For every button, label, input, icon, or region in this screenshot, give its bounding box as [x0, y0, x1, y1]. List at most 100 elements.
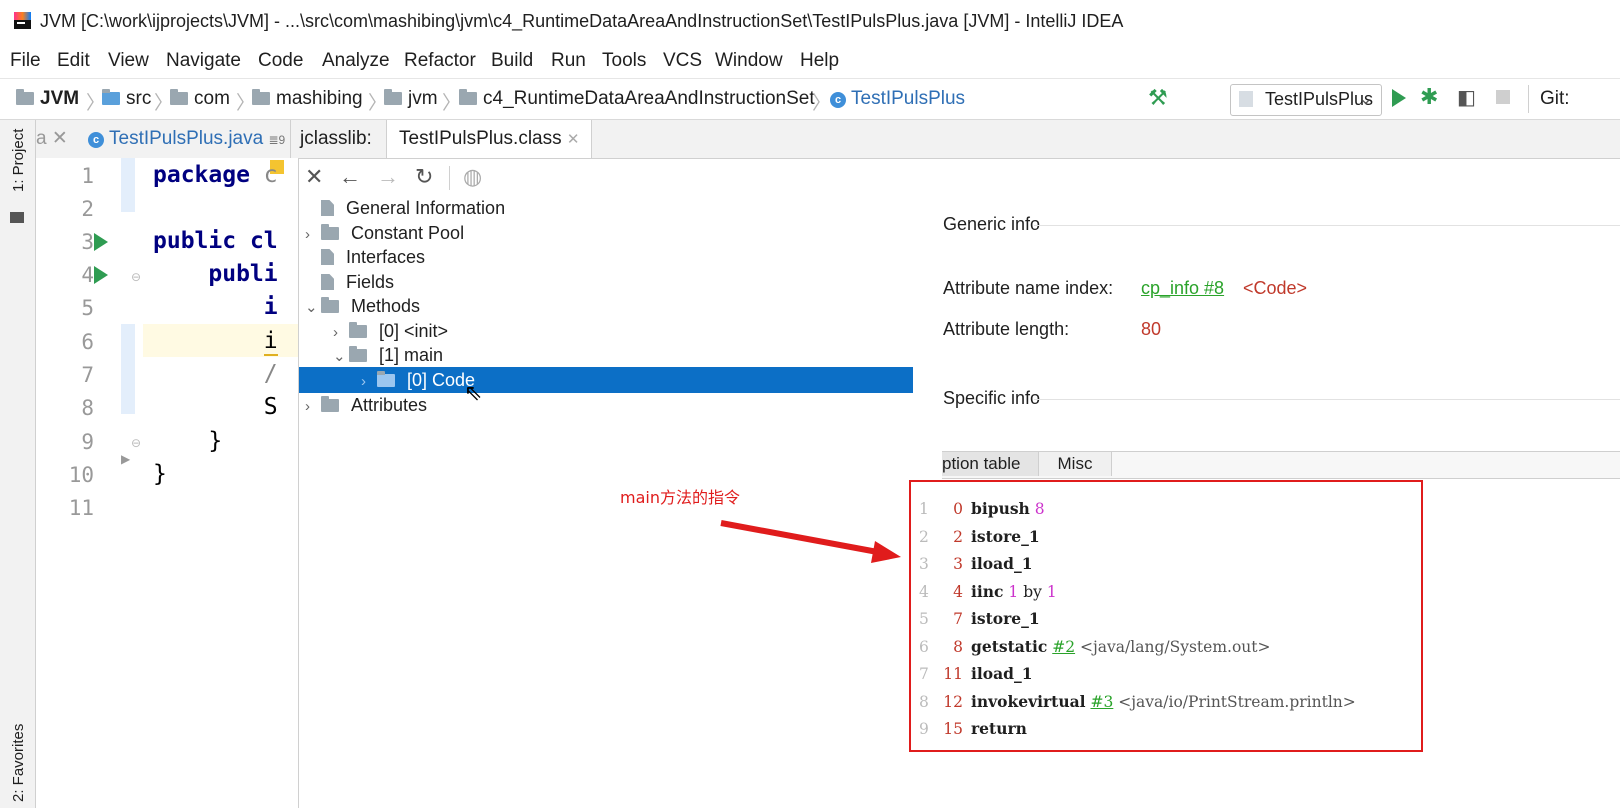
breadcrumb-package[interactable]: c4_RuntimeDataAreaAndInstructionSet — [459, 88, 815, 110]
code-text: i — [263, 328, 278, 356]
code-text: } — [208, 428, 223, 454]
fold-icon[interactable]: ⊖ — [131, 436, 141, 450]
tree-item-general-information[interactable]: General Information — [305, 196, 505, 220]
line-number: 10 — [68, 463, 94, 487]
chevron-right-icon[interactable]: › — [333, 321, 349, 345]
breadcrumb-project[interactable]: JVM — [16, 88, 79, 110]
code-editor[interactable]: package c public cl publi i i / S } } — [143, 158, 298, 808]
code-keyword: public — [153, 228, 237, 254]
menu-file[interactable]: File — [10, 50, 41, 72]
line-number: 11 — [68, 496, 94, 520]
bytecode-line: 9 15 return — [919, 719, 1027, 738]
forward-arrow-icon[interactable]: → — [377, 164, 399, 190]
breadcrumb-jvm[interactable]: jvm — [384, 88, 438, 110]
tab-badge: ≣9 — [268, 133, 286, 147]
class-icon: c — [830, 92, 846, 108]
menu-bar: File Edit View Navigate Code Analyze Ref… — [0, 40, 1620, 79]
close-icon[interactable]: ✕ — [567, 131, 580, 148]
breadcrumb-src[interactable]: src — [102, 88, 151, 110]
breadcrumb-mashibing[interactable]: mashibing — [252, 88, 363, 110]
constant-pool-link[interactable]: #3 — [1090, 693, 1113, 711]
tab-exception-table[interactable]: ption table — [942, 452, 1039, 476]
tree-item-init[interactable]: › [0] <init> — [333, 319, 448, 343]
coverage-icon[interactable]: ◧ — [1457, 85, 1476, 110]
cp-info-link[interactable]: cp_info #8 — [1141, 278, 1224, 299]
line-number: 4 — [81, 263, 94, 287]
reload-icon[interactable]: ↻ — [415, 164, 433, 190]
menu-analyze[interactable]: Analyze — [322, 50, 390, 72]
line-number: 6 — [81, 330, 94, 354]
intellij-logo-icon — [14, 12, 31, 29]
tree-item-methods[interactable]: ⌄ Methods — [305, 294, 420, 318]
stop-icon[interactable] — [1496, 90, 1510, 104]
breadcrumb-com[interactable]: com — [170, 88, 230, 110]
debug-bug-icon[interactable]: ✱ — [1420, 84, 1438, 110]
favorites-tool-button[interactable]: 2: Favorites — [10, 724, 27, 802]
run-main-icon[interactable] — [94, 266, 108, 284]
jclasslib-label: jclasslib: — [300, 128, 372, 149]
line-number: 3 — [81, 230, 94, 254]
chevron-right-icon[interactable]: › — [361, 370, 377, 394]
back-arrow-icon[interactable]: ← — [339, 164, 361, 190]
line-number: 9 — [81, 430, 94, 454]
code-keyword: publi — [208, 261, 278, 287]
run-icon[interactable] — [1392, 89, 1406, 107]
tree-item-fields[interactable]: Fields — [305, 270, 394, 294]
web-globe-icon[interactable]: ◍ — [463, 164, 482, 190]
menu-build[interactable]: Build — [491, 50, 533, 72]
bytecode-line: 1 0 bipush 8 — [919, 499, 1045, 518]
close-icon[interactable]: ✕ — [52, 128, 68, 149]
menu-refactor[interactable]: Refactor — [404, 50, 476, 72]
chevron-down-icon[interactable]: ⌄ — [305, 296, 321, 320]
menu-help[interactable]: Help — [800, 50, 839, 72]
editor-tab-bar: a ✕ c TestIPulsPlus.java ≣9 jclasslib: Te… — [36, 120, 1620, 159]
chevron-right-icon[interactable]: › — [305, 223, 321, 247]
code-text: i — [263, 294, 278, 320]
chevron-down-icon[interactable]: ⌄ — [333, 345, 349, 369]
menu-view[interactable]: View — [108, 50, 149, 72]
attr-name-index-label: Attribute name index: — [943, 278, 1114, 298]
run-class-icon[interactable] — [94, 233, 108, 251]
annotation-arrow — [720, 520, 901, 563]
tree-item-interfaces[interactable]: Interfaces — [305, 245, 425, 269]
menu-tools[interactable]: Tools — [602, 50, 646, 72]
tab-previous-file[interactable]: a ✕ — [36, 120, 68, 158]
menu-vcs[interactable]: VCS — [663, 50, 702, 72]
code-text: } — [153, 461, 167, 487]
tab-misc[interactable]: Misc — [1039, 452, 1112, 476]
change-marker — [121, 158, 135, 212]
class-icon: c — [88, 132, 104, 148]
line-number: 1 — [81, 164, 94, 188]
project-tool-button[interactable]: 1: Project — [10, 129, 27, 192]
breakpoint-arrow-icon: ▶ — [121, 452, 131, 466]
file-icon — [321, 274, 334, 290]
fold-icon[interactable]: ⊖ — [131, 270, 141, 284]
tree-item-main[interactable]: ⌄ [1] main — [333, 343, 443, 367]
close-icon[interactable]: ✕ — [305, 164, 323, 190]
chevron-right-icon[interactable]: › — [305, 395, 321, 419]
tree-item-code[interactable]: › [0] Code — [361, 368, 475, 392]
run-configuration-select[interactable]: TestIPulsPlus ⌄ — [1230, 84, 1382, 116]
menu-code[interactable]: Code — [258, 50, 303, 72]
arrow-shaft — [720, 520, 884, 556]
project-folder-icon — [10, 212, 24, 223]
tree-item-attributes[interactable]: › Attributes — [305, 393, 427, 417]
folder-icon — [459, 89, 477, 105]
bytecode-line: 7 11 iload_1 — [919, 664, 1033, 683]
folder-icon — [170, 89, 188, 105]
folder-icon — [349, 322, 367, 338]
build-hammer-icon[interactable]: ⚒ — [1148, 85, 1168, 111]
folder-icon — [321, 396, 339, 412]
tab-class-file[interactable]: TestIPulsPlus.class ✕ — [386, 120, 593, 158]
bytecode-line: 5 7 istore_1 — [919, 609, 1040, 628]
constant-pool-link[interactable]: #2 — [1052, 638, 1075, 656]
file-icon — [321, 200, 334, 216]
menu-navigate[interactable]: Navigate — [166, 50, 241, 72]
menu-run[interactable]: Run — [551, 50, 586, 72]
jclasslib-toolbar: ✕ ← → ↻ ◍ — [299, 158, 919, 198]
menu-window[interactable]: Window — [715, 50, 783, 72]
tab-java-file[interactable]: c TestIPulsPlus.java ≣9 — [88, 120, 285, 158]
tree-item-constant-pool[interactable]: › Constant Pool — [305, 221, 464, 245]
breadcrumb-class[interactable]: c TestIPulsPlus — [830, 88, 965, 110]
menu-edit[interactable]: Edit — [57, 50, 90, 72]
